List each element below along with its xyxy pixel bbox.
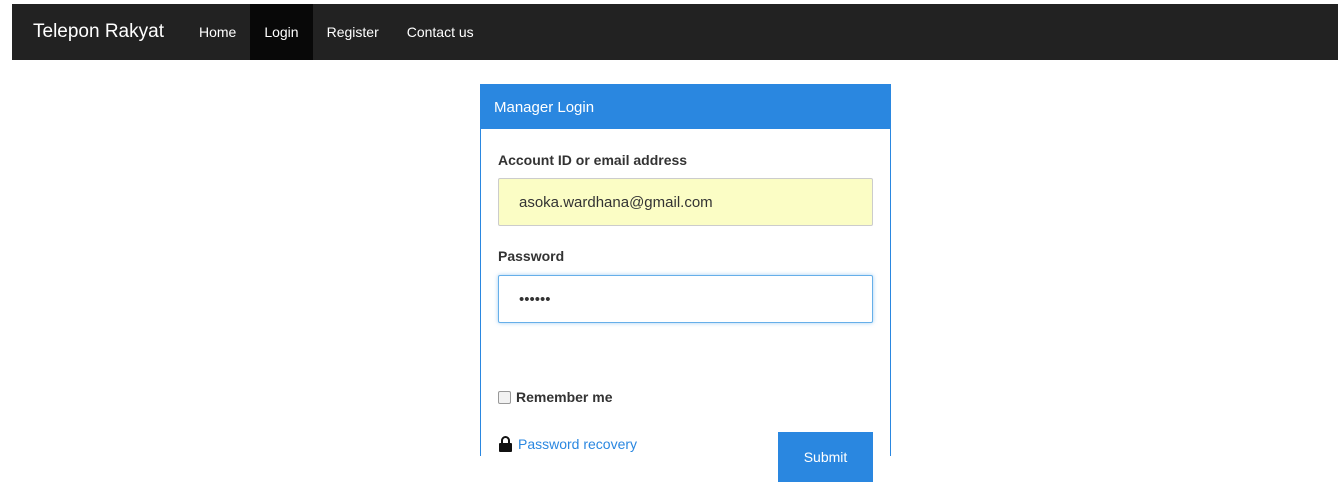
password-recovery-link[interactable]: Password recovery [498, 436, 637, 452]
password-input[interactable] [498, 275, 873, 323]
account-field-label: Account ID or email address [498, 152, 688, 168]
lock-icon [499, 436, 512, 452]
nav-item-register[interactable]: Register [313, 4, 393, 60]
login-panel: Manager Login Account ID or email addres… [480, 84, 891, 482]
nav-item-login[interactable]: Login [250, 4, 313, 60]
password-recovery-label: Password recovery [518, 436, 638, 452]
submit-button[interactable]: Submit [778, 432, 873, 482]
remember-checkbox[interactable] [498, 390, 511, 404]
nav-item-home[interactable]: Home [185, 4, 250, 60]
brand-link[interactable]: Telepon Rakyat [12, 4, 185, 60]
top-navbar: Telepon Rakyat Home Login Register Conta… [12, 4, 1338, 60]
remember-label: Remember me [516, 389, 613, 405]
remember-me[interactable]: Remember me [498, 389, 613, 405]
panel-title: Manager Login [481, 85, 890, 129]
account-input[interactable] [498, 178, 873, 226]
password-field-label: Password [498, 248, 565, 264]
nav-item-contact[interactable]: Contact us [393, 4, 488, 60]
